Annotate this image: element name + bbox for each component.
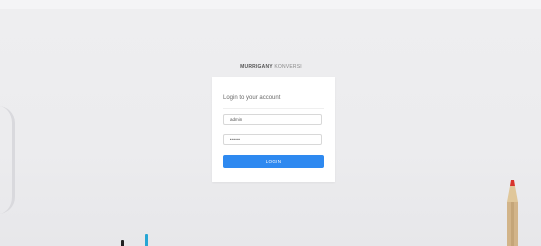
pencil-black-decoration (121, 240, 124, 246)
pencil-red-decoration (507, 180, 518, 246)
brand-name-bold: MURRIGANY (240, 64, 273, 70)
username-input[interactable] (223, 114, 322, 125)
login-heading: Login to your account (223, 95, 281, 101)
login-button[interactable]: LOGIN (223, 155, 324, 168)
login-card: Login to your account LOGIN (212, 77, 335, 182)
password-input[interactable] (223, 134, 322, 145)
divider (223, 108, 324, 109)
top-strip (0, 0, 541, 9)
app-brand: MURRIGANY KONVERSI (196, 64, 346, 70)
pencil-blue-decoration (145, 234, 148, 246)
decorative-arc (0, 106, 15, 214)
brand-name-light: KONVERSI (274, 64, 302, 70)
